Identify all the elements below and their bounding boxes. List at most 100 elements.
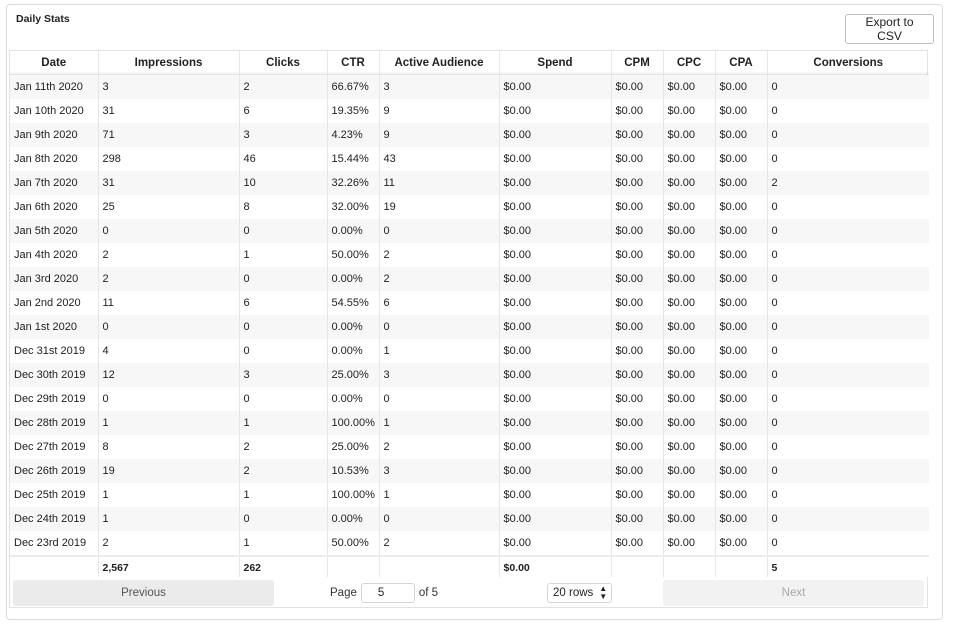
cell-active-audience: 6 bbox=[379, 291, 500, 315]
total-active-audience bbox=[379, 555, 500, 578]
export-csv-button[interactable]: Export to CSV bbox=[845, 14, 934, 44]
cell-clicks: 2 bbox=[239, 459, 328, 483]
cell-cpc: $0.00 bbox=[663, 387, 716, 411]
cell-cpa: $0.00 bbox=[715, 99, 768, 123]
page-total-label: of 5 bbox=[418, 587, 439, 599]
cell-date: Dec 31st 2019 bbox=[10, 339, 99, 363]
column-header-active-audience[interactable]: Active Audience bbox=[379, 51, 500, 75]
cell-date: Dec 26th 2019 bbox=[10, 459, 99, 483]
cell-active-audience: 43 bbox=[379, 147, 500, 171]
cell-impressions: 2 bbox=[98, 267, 240, 291]
select-arrows-icon: ▲ ▼ bbox=[599, 584, 608, 601]
cell-clicks: 0 bbox=[239, 315, 328, 339]
cell-cpa: $0.00 bbox=[715, 147, 768, 171]
cell-cpm: $0.00 bbox=[611, 243, 664, 267]
column-header-conversions[interactable]: Conversions bbox=[767, 51, 929, 75]
cell-spend: $0.00 bbox=[499, 387, 612, 411]
cell-ctr: 50.00% bbox=[327, 531, 380, 556]
cell-spend: $0.00 bbox=[499, 411, 612, 435]
cell-cpa: $0.00 bbox=[715, 459, 768, 483]
cell-clicks: 46 bbox=[239, 147, 328, 171]
next-page-button[interactable]: Next bbox=[663, 580, 924, 606]
cell-ctr: 100.00% bbox=[327, 483, 380, 507]
column-header-cpm[interactable]: CPM bbox=[611, 51, 664, 75]
cell-conversions: 0 bbox=[767, 411, 929, 435]
cell-ctr: 32.00% bbox=[327, 195, 380, 219]
cell-cpa: $0.00 bbox=[715, 74, 768, 99]
cell-ctr: 54.55% bbox=[327, 291, 380, 315]
rows-per-page-select[interactable]: 20 rows ▲ ▼ bbox=[547, 583, 613, 603]
column-header-spend[interactable]: Spend bbox=[499, 51, 612, 75]
cell-active-audience: 1 bbox=[379, 339, 500, 363]
cell-cpc: $0.00 bbox=[663, 123, 716, 147]
cell-conversions: 0 bbox=[767, 195, 929, 219]
cell-active-audience: 1 bbox=[379, 483, 500, 507]
total-impressions: 2,567 bbox=[98, 555, 240, 578]
cell-spend: $0.00 bbox=[499, 123, 612, 147]
cell-impressions: 0 bbox=[98, 219, 240, 243]
cell-active-audience: 0 bbox=[379, 315, 500, 339]
cell-cpa: $0.00 bbox=[715, 435, 768, 459]
column-header-ctr[interactable]: CTR bbox=[327, 51, 380, 75]
cell-impressions: 8 bbox=[98, 435, 240, 459]
cell-active-audience: 2 bbox=[379, 531, 500, 556]
cell-ctr: 0.00% bbox=[327, 387, 380, 411]
cell-conversions: 0 bbox=[767, 123, 929, 147]
cell-cpc: $0.00 bbox=[663, 243, 716, 267]
cell-impressions: 4 bbox=[98, 339, 240, 363]
table-row: Jan 4th 2020 2 1 50.00% 2 $0.00 $0.00 $0.00 $0.0… bbox=[10, 243, 929, 267]
cell-cpc: $0.00 bbox=[663, 267, 716, 291]
cell-impressions: 11 bbox=[98, 291, 240, 315]
column-header-impressions[interactable]: Impressions bbox=[98, 51, 240, 75]
cell-ctr: 10.53% bbox=[327, 459, 380, 483]
cell-active-audience: 2 bbox=[379, 435, 500, 459]
panel-title: Daily Stats bbox=[16, 13, 70, 25]
cell-date: Jan 1st 2020 bbox=[10, 315, 99, 339]
cell-conversions: 0 bbox=[767, 339, 929, 363]
cell-cpm: $0.00 bbox=[611, 195, 664, 219]
cell-cpm: $0.00 bbox=[611, 123, 664, 147]
previous-page-button[interactable]: Previous bbox=[13, 580, 274, 606]
cell-active-audience: 1 bbox=[379, 411, 500, 435]
cell-ctr: 0.00% bbox=[327, 219, 380, 243]
column-header-clicks[interactable]: Clicks bbox=[239, 51, 328, 75]
cell-clicks: 1 bbox=[239, 483, 328, 507]
column-header-cpc[interactable]: CPC bbox=[663, 51, 716, 75]
cell-date: Jan 3rd 2020 bbox=[10, 267, 99, 291]
cell-ctr: 0.00% bbox=[327, 339, 380, 363]
total-cpm bbox=[611, 555, 664, 578]
table-row: Dec 26th 2019 19 2 10.53% 3 $0.00 $0.00 $0.00 $0… bbox=[10, 459, 929, 483]
cell-cpm: $0.00 bbox=[611, 387, 664, 411]
cell-conversions: 0 bbox=[767, 435, 929, 459]
cell-clicks: 6 bbox=[239, 291, 328, 315]
cell-cpm: $0.00 bbox=[611, 363, 664, 387]
cell-spend: $0.00 bbox=[499, 243, 612, 267]
cell-clicks: 3 bbox=[239, 363, 328, 387]
column-header-cpa[interactable]: CPA bbox=[715, 51, 768, 75]
cell-cpa: $0.00 bbox=[715, 219, 768, 243]
cell-cpa: $0.00 bbox=[715, 531, 768, 556]
cell-cpm: $0.00 bbox=[611, 507, 664, 531]
cell-active-audience: 0 bbox=[379, 507, 500, 531]
column-header-date[interactable]: Date bbox=[10, 51, 99, 75]
cell-cpc: $0.00 bbox=[663, 339, 716, 363]
cell-cpc: $0.00 bbox=[663, 74, 716, 99]
cell-spend: $0.00 bbox=[499, 315, 612, 339]
cell-spend: $0.00 bbox=[499, 267, 612, 291]
cell-spend: $0.00 bbox=[499, 531, 612, 556]
cell-cpm: $0.00 bbox=[611, 291, 664, 315]
cell-conversions: 0 bbox=[767, 387, 929, 411]
cell-spend: $0.00 bbox=[499, 195, 612, 219]
cell-clicks: 8 bbox=[239, 195, 328, 219]
cell-clicks: 0 bbox=[239, 339, 328, 363]
cell-conversions: 0 bbox=[767, 363, 929, 387]
total-cpc bbox=[663, 555, 716, 578]
cell-ctr: 32.26% bbox=[327, 171, 380, 195]
page-number-input[interactable] bbox=[360, 583, 415, 603]
cell-spend: $0.00 bbox=[499, 219, 612, 243]
cell-active-audience: 3 bbox=[379, 459, 500, 483]
table-row: Dec 27th 2019 8 2 25.00% 2 $0.00 $0.00 $0.00 $0.… bbox=[10, 435, 929, 459]
cell-impressions: 19 bbox=[98, 459, 240, 483]
cell-cpm: $0.00 bbox=[611, 411, 664, 435]
cell-spend: $0.00 bbox=[499, 507, 612, 531]
